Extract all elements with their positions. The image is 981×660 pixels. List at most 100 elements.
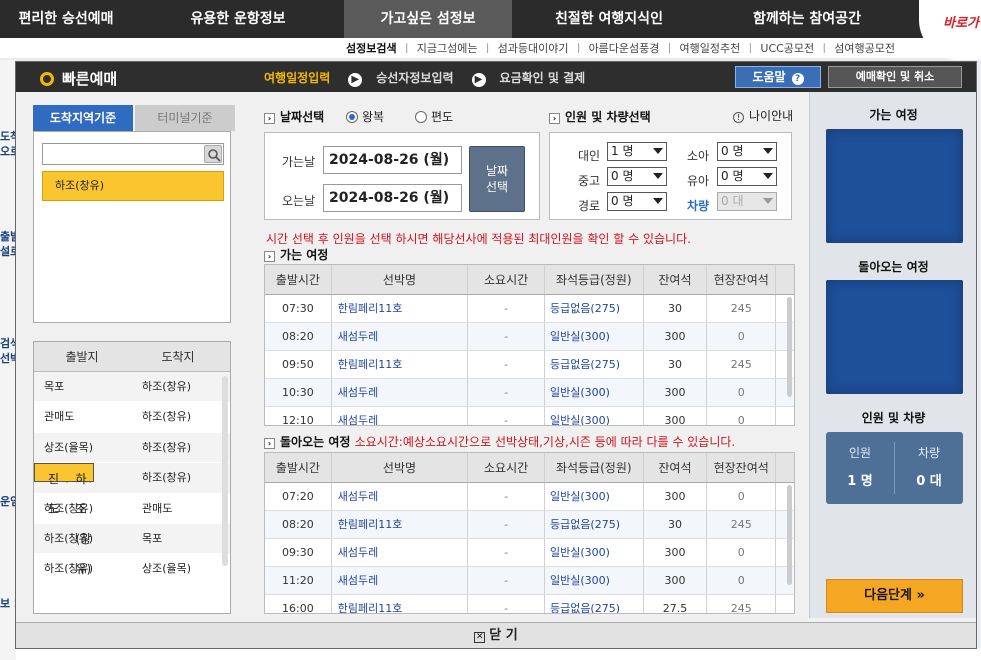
subnav-link-2[interactable]: 섬과등대이야기 xyxy=(498,42,569,55)
cell-time: 11:20 xyxy=(265,567,332,594)
bullet-icon: › xyxy=(264,438,275,449)
subnav-link-6[interactable]: 섬여행공모전 xyxy=(834,42,895,55)
region-item-selected[interactable]: 하조(창유) xyxy=(42,171,224,201)
schedule-row[interactable]: 07:30 한림페리11호 - 등급없음(275) 30 245 xyxy=(265,295,794,323)
col-header-site: 현장잔여석 xyxy=(707,265,777,294)
cell-seat[interactable]: 등급없음(275) xyxy=(545,595,644,613)
cell-seat[interactable]: 일반실(300) xyxy=(545,323,644,350)
cell-seat[interactable]: 등급없음(275) xyxy=(545,295,644,322)
col-header-seat: 좌석등급(정원) xyxy=(545,265,644,294)
cell-dur: - xyxy=(468,323,545,350)
route-to: 하조(창유) xyxy=(142,440,192,454)
subnav-link-5[interactable]: UCC공모전 xyxy=(760,42,814,55)
cell-ship[interactable]: 새섬두레 xyxy=(332,407,469,425)
return-title: › 돌아오는 여정 소요시간:예상소요시간으로 선박상태,기상,시즌 등에 따라 … xyxy=(264,433,735,450)
route-from: 관매도 xyxy=(44,410,75,424)
capacity-notice: 시간 선택 후 인원을 선택 하시면 해당선사에 적용된 최대인원을 확인 할 … xyxy=(266,232,691,246)
next-step-button[interactable]: 다음단계 » xyxy=(826,579,963,613)
cell-dur: - xyxy=(468,407,545,425)
cell-ship[interactable]: 한림페리11호 xyxy=(332,351,469,378)
search-input[interactable] xyxy=(42,143,224,165)
nav-item-4[interactable]: 함께하는 참여공간 xyxy=(706,0,908,38)
schedule-row[interactable]: 11:20 새섬두레 - 일반실(300) 300 0 xyxy=(265,567,794,595)
schedule-row[interactable]: 09:50 한림페리11호 - 등급없음(275) 30 245 xyxy=(265,351,794,379)
route-row[interactable]: 상조(율목) 하조(창유) xyxy=(34,432,230,464)
cell-ship[interactable]: 새섬두레 xyxy=(332,379,469,406)
round-trip-radio[interactable]: 왕복 xyxy=(346,108,384,125)
cell-seat[interactable]: 일반실(300) xyxy=(545,483,644,510)
nav-item-3[interactable]: 친절한 여행지식인 xyxy=(512,0,706,38)
close-button[interactable]: ✕ 닫 기 xyxy=(16,622,976,648)
radio-icon xyxy=(346,111,358,123)
subnav-link-1[interactable]: 지금그섬에는 xyxy=(417,42,478,55)
tab-arrival-region[interactable]: 도착지역기준 xyxy=(33,105,133,131)
cell-dur: - xyxy=(468,483,545,510)
return-scrollbar[interactable] xyxy=(787,485,792,585)
cell-seat[interactable]: 일반실(300) xyxy=(545,407,644,425)
pax-senior-select[interactable]: 0 명 xyxy=(607,192,667,211)
arrow-right-icon: ▶ xyxy=(348,73,363,87)
age-help-link[interactable]: ! 나이안내 xyxy=(733,107,793,124)
pax-infant-select[interactable]: 0 명 xyxy=(717,167,777,186)
help-button[interactable]: 도움말? xyxy=(735,66,821,88)
separator: ㅣ xyxy=(664,42,675,55)
pax-teen-select[interactable]: 0 명 xyxy=(607,167,667,186)
schedule-row[interactable]: 07:20 새섬두레 - 일반실(300) 300 0 xyxy=(265,483,794,511)
schedule-row[interactable]: 08:20 새섬두레 - 일반실(300) 300 0 xyxy=(265,323,794,351)
route-from: 진도 xyxy=(48,472,60,517)
cell-ship[interactable]: 새섬두레 xyxy=(332,483,469,510)
route-row[interactable]: 하조(창유) 목포 xyxy=(34,523,230,555)
info-icon: ! xyxy=(733,112,744,123)
cell-remain: 300 xyxy=(644,407,708,425)
cell-ship[interactable]: 한림페리11호 xyxy=(332,295,469,322)
cell-ship[interactable]: 새섬두레 xyxy=(332,539,469,566)
route-row[interactable]: 하조(창유) 상조(율목) xyxy=(34,554,230,585)
pax-child-select[interactable]: 0 명 xyxy=(717,142,777,161)
cell-seat[interactable]: 일반실(300) xyxy=(545,567,644,594)
schedule-row[interactable]: 09:30 새섬두레 - 일반실(300) 300 0 xyxy=(265,539,794,567)
route-row[interactable]: 진도 하조(창유) xyxy=(34,463,94,576)
search-button[interactable] xyxy=(204,145,222,163)
cell-seat[interactable]: 등급없음(275) xyxy=(545,511,644,538)
cell-seat[interactable]: 일반실(300) xyxy=(545,379,644,406)
nav-item-0[interactable]: 편리한 승선예매 xyxy=(0,0,132,38)
cell-ship[interactable]: 한림페리11호 xyxy=(332,511,469,538)
depart-date-field[interactable]: 2024-08-26 (월) xyxy=(323,146,462,174)
cell-time: 08:20 xyxy=(265,323,332,350)
cell-ship[interactable]: 한림페리11호 xyxy=(332,595,469,613)
route-to: 상조(율목) xyxy=(142,562,192,576)
cell-ship[interactable]: 새섬두레 xyxy=(332,323,469,350)
outbound-scrollbar[interactable] xyxy=(787,297,792,397)
pax-adult-select[interactable]: 1 명 xyxy=(607,142,667,161)
subnav-link-0[interactable]: 섬정보검색 xyxy=(346,42,397,55)
schedule-row[interactable]: 10:30 새섬두레 - 일반실(300) 300 0 xyxy=(265,379,794,407)
booking-check-button[interactable]: 예매확인 및 취소 xyxy=(828,66,962,88)
cell-ship[interactable]: 새섬두레 xyxy=(332,567,469,594)
date-select-button[interactable]: 날짜 선택 xyxy=(469,146,525,212)
schedule-row[interactable]: 08:20 한림페리11호 - 등급없음(275) 30 245 xyxy=(265,511,794,539)
chevron-down-icon xyxy=(763,198,773,204)
chevron-down-icon xyxy=(653,198,663,204)
nav-item-1[interactable]: 유용한 운항정보 xyxy=(132,0,344,38)
schedule-row[interactable]: 16:00 한림페리11호 - 등급없음(275) 27.5 245 xyxy=(265,595,794,613)
duration-note: 소요시간:예상소요시간으로 선박상태,기상,시즌 등에 따라 다를 수 있습니다… xyxy=(354,435,736,449)
route-row[interactable]: 관매도 하조(창유) xyxy=(34,402,230,433)
schedule-row[interactable]: 12:10 새섬두레 - 일반실(300) 300 0 xyxy=(265,407,794,425)
one-way-radio[interactable]: 편도 xyxy=(415,108,453,125)
return-date-field[interactable]: 2024-08-26 (월) xyxy=(323,184,462,212)
subnav-link-4[interactable]: 여행일정추천 xyxy=(680,42,741,55)
cell-seat[interactable]: 일반실(300) xyxy=(545,539,644,566)
pax-vehicle-select[interactable]: 0 대 xyxy=(717,192,777,211)
outbound-table: 출발시간 선박명 소요시간 좌석등급(정원) 잔여석 현장잔여석 07:30 한림페리11호… xyxy=(264,264,795,426)
date-box: 가는날 2024-08-26 (월) 오는날 2024-08-26 (월) 날짜… xyxy=(264,132,540,220)
col-header-ship: 선박명 xyxy=(332,453,469,482)
subnav-link-3[interactable]: 아름다운섬풍경 xyxy=(589,42,660,55)
route-row[interactable]: 하조(창유) 관매도 xyxy=(34,494,230,524)
cell-seat[interactable]: 등급없음(275) xyxy=(545,351,644,378)
nav-item-2[interactable]: 가고싶은 섬정보 xyxy=(344,0,512,38)
chevron-down-icon xyxy=(653,173,663,179)
cell-time: 09:50 xyxy=(265,351,332,378)
tab-terminal[interactable]: 터미널기준 xyxy=(135,105,235,131)
route-row[interactable]: 목포 하조(창유) xyxy=(34,372,230,403)
route-scrollbar[interactable] xyxy=(222,376,228,566)
